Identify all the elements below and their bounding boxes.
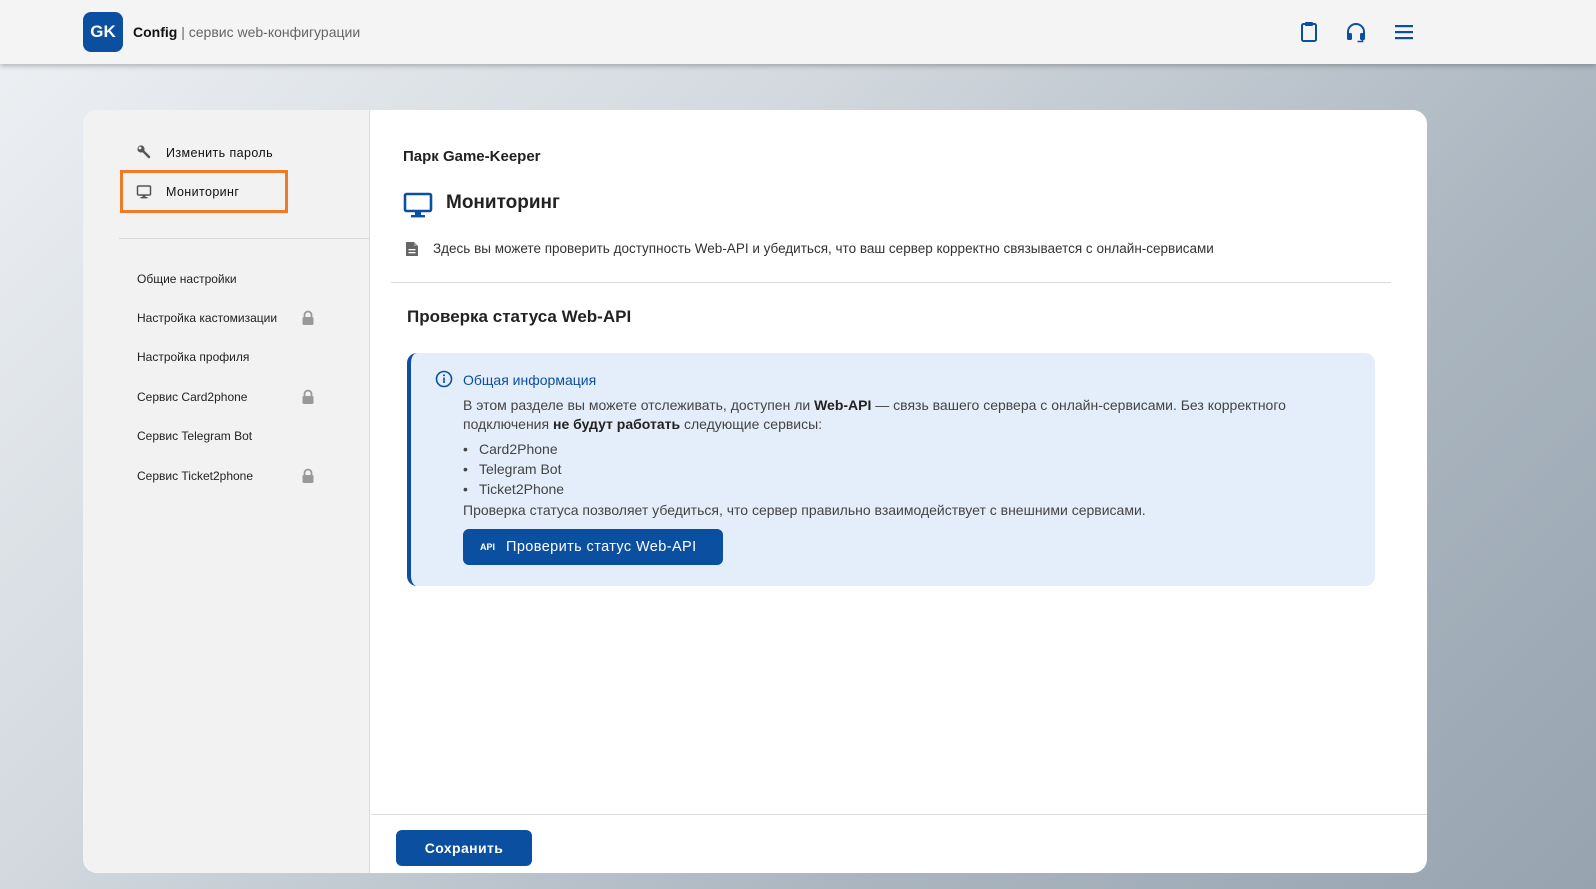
brand-subtitle: сервис web-конфигурации xyxy=(188,24,361,40)
sidebar-divider xyxy=(119,238,370,239)
menu-icon[interactable] xyxy=(1392,20,1416,44)
sidebar-item-change-password[interactable]: Изменить пароль xyxy=(166,146,273,160)
api-icon: API xyxy=(480,542,496,552)
check-web-api-label: Проверить статус Web-API xyxy=(506,539,697,555)
info-text: В этом разделе вы можете отслеживать, до… xyxy=(463,397,1286,432)
sidebar: Изменить пароль Мониторинг Общие настрой… xyxy=(83,110,370,873)
headset-icon[interactable] xyxy=(1344,20,1368,44)
sidebar-item-profile[interactable]: Настройка профиля xyxy=(137,350,249,364)
save-button[interactable]: Сохранить xyxy=(396,830,532,866)
brand-title: Config | сервис web-конфигурации xyxy=(133,24,360,40)
sidebar-item-ticket2phone[interactable]: Сервис Ticket2phone xyxy=(137,469,253,483)
info-title: Общая информация xyxy=(463,372,597,388)
sidebar-item-customization[interactable]: Настройка кастомизации xyxy=(137,311,277,325)
main-card: Изменить пароль Мониторинг Общие настрой… xyxy=(83,110,1427,873)
clipboard-icon[interactable] xyxy=(1297,20,1321,44)
top-bar: GK Config | сервис web-конфигурации xyxy=(0,0,1596,64)
sidebar-item-monitoring[interactable]: Мониторинг xyxy=(166,185,239,199)
content-divider xyxy=(391,282,1391,283)
services-list: Card2Phone Telegram Bot Ticket2Phone xyxy=(463,439,564,499)
info-panel: Общая информация В этом разделе вы может… xyxy=(407,353,1375,586)
list-item: Card2Phone xyxy=(463,439,564,459)
sidebar-item-general-settings[interactable]: Общие настройки xyxy=(137,272,237,286)
monitor-icon xyxy=(136,184,152,200)
check-web-api-button[interactable]: API Проверить статус Web-API xyxy=(463,529,723,565)
lock-icon xyxy=(301,468,315,484)
monitor-icon xyxy=(403,190,433,220)
list-item: Ticket2Phone xyxy=(463,479,564,499)
document-icon xyxy=(405,241,419,257)
sidebar-item-telegram-bot[interactable]: Сервис Telegram Bot xyxy=(137,429,252,443)
page-title: Мониторинг xyxy=(446,192,560,213)
footer-divider xyxy=(371,814,1427,815)
main-content: Парк Game-Keeper Мониторинг Здесь вы мож… xyxy=(371,110,1427,873)
brand-name: Config xyxy=(133,24,178,40)
logo[interactable]: GK xyxy=(83,12,123,52)
lock-icon xyxy=(301,389,315,405)
list-item: Telegram Bot xyxy=(463,459,564,479)
sidebar-item-card2phone[interactable]: Сервис Card2phone xyxy=(137,390,247,404)
park-name: Парк Game-Keeper xyxy=(403,148,541,165)
section-title: Проверка статуса Web-API xyxy=(407,307,632,326)
info-note: Проверка статуса позволяет убедиться, чт… xyxy=(463,502,1146,518)
page-description: Здесь вы можете проверить доступность We… xyxy=(433,241,1214,256)
brand-separator: | xyxy=(177,24,189,40)
wrench-icon xyxy=(136,144,152,160)
lock-icon xyxy=(301,310,315,326)
info-icon xyxy=(435,370,453,388)
